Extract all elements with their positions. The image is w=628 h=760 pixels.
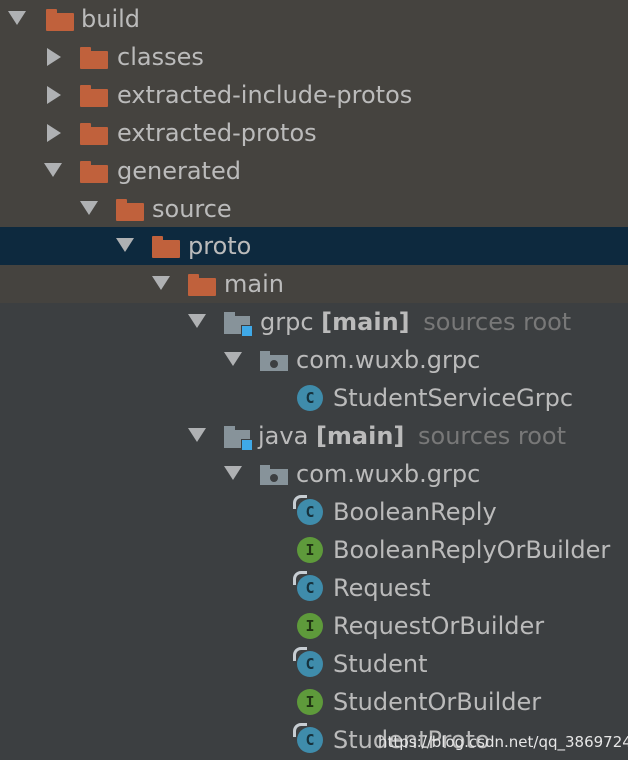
root-name: grpc <box>260 308 314 336</box>
node-label: extracted-protos <box>117 119 317 147</box>
tree-node-interface[interactable]: I StudentOrBuilder <box>0 683 628 721</box>
class-icon: C <box>293 495 323 525</box>
tree-node-class[interactable]: C Student <box>0 645 628 683</box>
node-label: main <box>224 270 284 298</box>
interface-icon: I <box>297 537 323 563</box>
tree-node-java-package[interactable]: com.wuxb.grpc <box>0 455 628 493</box>
excluded-folder-icon <box>116 199 144 221</box>
tree-node-generated[interactable]: generated <box>0 152 628 190</box>
node-label: build <box>81 5 141 33</box>
tree-node-grpc-package[interactable]: com.wuxb.grpc <box>0 341 628 379</box>
node-label: StudentOrBuilder <box>333 688 542 716</box>
source-root-folder-icon <box>224 426 254 451</box>
tree-node-source[interactable]: source <box>0 190 628 228</box>
node-label: classes <box>117 43 204 71</box>
excluded-folder-icon <box>46 9 74 31</box>
root-tag: [main] <box>321 308 410 336</box>
excluded-folder-icon <box>188 274 216 296</box>
interface-icon: I <box>297 689 323 715</box>
collapse-arrow-icon[interactable] <box>47 124 61 142</box>
expand-arrow-icon[interactable] <box>116 238 134 252</box>
interface-icon: I <box>297 613 323 639</box>
expand-arrow-icon[interactable] <box>44 163 62 177</box>
node-label: BooleanReplyOrBuilder <box>333 536 611 564</box>
excluded-folder-icon <box>80 123 108 145</box>
root-tag: [main] <box>315 422 405 450</box>
tree-node-main[interactable]: main <box>0 265 628 303</box>
root-suffix: sources root <box>423 308 572 336</box>
tree-node-interface[interactable]: I BooleanReplyOrBuilder <box>0 531 628 569</box>
node-label: extracted-include-protos <box>117 81 413 109</box>
node-label: com.wuxb.grpc <box>296 460 481 488</box>
node-label: generated <box>117 157 241 185</box>
tree-node-grpc-root[interactable]: grpc [main] sources root <box>0 303 628 341</box>
excluded-folder-icon <box>80 47 108 69</box>
expand-arrow-icon[interactable] <box>152 276 170 290</box>
watermark-text: https://blog.csdn.net/qq_38697245 <box>378 733 628 751</box>
tree-node-class[interactable]: C StudentServiceGrpc <box>0 379 628 417</box>
collapse-arrow-icon[interactable] <box>47 48 61 66</box>
node-label: source <box>152 195 232 223</box>
class-icon: C <box>297 385 323 411</box>
excluded-folder-icon <box>80 85 108 107</box>
class-icon: C <box>293 723 323 753</box>
package-icon <box>260 351 288 371</box>
tree-node-proto[interactable]: proto <box>0 227 628 265</box>
package-icon <box>260 465 288 485</box>
expand-arrow-icon[interactable] <box>224 466 242 480</box>
tree-node-interface[interactable]: I RequestOrBuilder <box>0 607 628 645</box>
node-label: RequestOrBuilder <box>333 612 545 640</box>
node-label: java [main] sources root <box>258 417 566 455</box>
node-label: proto <box>188 232 252 260</box>
tree-node-build[interactable]: build <box>0 0 628 38</box>
source-root-folder-icon <box>224 312 254 337</box>
tree-node-java-root[interactable]: java [main] sources root <box>0 417 628 455</box>
expand-arrow-icon[interactable] <box>8 11 26 25</box>
collapse-arrow-icon[interactable] <box>47 86 61 104</box>
expand-arrow-icon[interactable] <box>224 352 242 366</box>
node-label: Student <box>333 650 428 678</box>
tree-node-classes[interactable]: classes <box>0 38 628 76</box>
root-suffix: sources root <box>418 422 566 450</box>
expand-arrow-icon[interactable] <box>80 201 98 215</box>
class-icon: C <box>293 647 323 677</box>
root-name: java <box>258 422 309 450</box>
node-label: com.wuxb.grpc <box>296 346 481 374</box>
tree-node-class[interactable]: C BooleanReply <box>0 493 628 531</box>
expand-arrow-icon[interactable] <box>188 314 206 328</box>
tree-node-class[interactable]: C Request <box>0 569 628 607</box>
node-label: grpc [main] sources root <box>260 303 571 341</box>
tree-node-extracted-protos[interactable]: extracted-protos <box>0 114 628 152</box>
excluded-folder-icon <box>152 236 180 258</box>
project-tree: build classes extracted-include-protos e… <box>0 0 628 760</box>
node-label: BooleanReply <box>333 498 497 526</box>
class-icon: C <box>293 571 323 601</box>
tree-node-extracted-include-protos[interactable]: extracted-include-protos <box>0 76 628 114</box>
excluded-folder-icon <box>80 161 108 183</box>
node-label: StudentServiceGrpc <box>333 384 574 412</box>
node-label: Request <box>333 574 431 602</box>
expand-arrow-icon[interactable] <box>188 428 206 442</box>
